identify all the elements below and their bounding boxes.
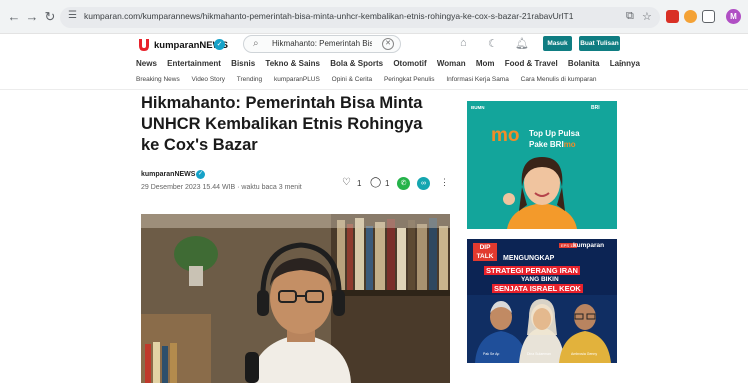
install-app-icon[interactable]: ⧉ [626,10,634,23]
ad2-headline-2: STRATEGI PERANG IRAN [484,266,580,275]
subnav-breaking-news[interactable]: Breaking News [136,76,180,83]
url-text[interactable]: kumparan.com/kumparannews/hikmahanto-pem… [84,11,573,21]
sidebar-ad-dip-talk[interactable]: DIP TALK EPS 13 kumparan MENGUNGKAP STRAT… [467,239,617,363]
subnav-kumparanplus[interactable]: kumparanPLUS [274,76,320,83]
search-value[interactable]: Hikmahanto: Pemerintah Bisa M [272,39,372,48]
ad1-model-photo [503,157,577,229]
nav-item-woman[interactable]: Woman [437,59,466,68]
guest-caption-2: Dina Sulaeman [527,352,551,356]
ad2-headline-3: YANG BIKIN [521,276,559,283]
clear-icon[interactable]: ✕ [382,38,394,50]
article-hero-image [141,214,450,383]
guest-caption-1: Pak Se Ap [483,352,500,356]
nav-item-news[interactable]: News [136,59,157,68]
home-icon[interactable]: ⌂ [460,37,467,49]
nav-item-tekno-sains[interactable]: Tekno & Sains [265,59,320,68]
nav-item-otomotif[interactable]: Otomotif [393,59,426,68]
profile-avatar[interactable]: M [726,9,741,24]
bell-icon[interactable]: 🔔︎ [515,37,529,50]
subnav-cara-menulis[interactable]: Cara Menulis di kumparan [521,76,597,83]
copy-link-icon[interactable]: ∞ [417,177,430,190]
bookmark-star-icon[interactable]: ☆ [642,10,652,23]
nav-item-bisnis[interactable]: Bisnis [231,59,255,68]
extension-icon-red[interactable] [666,10,679,23]
ad2-headline-4: SENJATA ISRAEL KEOK [492,284,583,293]
nav-item-entertainment[interactable]: Entertainment [167,59,221,68]
nav-item-bolanita[interactable]: Bolanita [568,59,600,68]
subnav-video-story[interactable]: Video Story [192,76,225,83]
like-count: 1 [357,179,362,188]
nav-item-mom[interactable]: Mom [476,59,495,68]
back-icon[interactable]: ← [6,9,22,25]
author-name[interactable]: kumparanNEWS [141,171,195,178]
nav-item-food-travel[interactable]: Food & Travel [505,59,558,68]
ad1-brand-label: BUMN [471,105,485,110]
address-bar[interactable]: ☰ kumparan.com/kumparannews/hikmahanto-p… [60,7,660,28]
sidebar-ad-brimo[interactable]: BUMN BRI mo Top Up Pulsa Pake BRImo [467,101,617,229]
nav-item-bola-sports[interactable]: Bola & Sports [330,59,383,68]
dip-talk-logo: DIP TALK [473,243,497,261]
ad1-bri-label: BRI [591,105,600,111]
like-icon[interactable]: ♡ [342,177,351,188]
sub-nav: Breaking News Video Story Trending kumpa… [136,76,607,83]
site-header: kumparanNEWS ✓ ⌕ Hikmahanto: Pemerintah … [0,34,748,90]
more-dots-icon[interactable]: ⋮ [617,59,625,68]
extension-icon-orange[interactable] [684,10,697,23]
article-meta: 29 Desember 2023 15.44 WIB · waktu baca … [141,184,302,191]
dark-mode-icon[interactable]: ☾ [488,37,498,50]
reload-icon[interactable]: ↻ [42,9,58,25]
subnav-trending[interactable]: Trending [237,76,262,83]
ad1-headline: Top Up Pulsa [529,129,580,138]
ad2-brand: kumparan [573,242,605,249]
comment-count: 1 [385,179,390,188]
category-nav: News Entertainment Bisnis Tekno & Sains … [136,59,648,68]
whatsapp-share-icon[interactable]: ✆ [397,177,410,190]
site-info-icon[interactable]: ☰ [68,10,77,21]
kumparan-logo-icon[interactable] [139,39,149,51]
browser-toolbar: ← → ↻ ☰ kumparan.com/kumparannews/hikmah… [0,0,748,34]
subnav-informasi-kerja-sama[interactable]: Informasi Kerja Sama [446,76,509,83]
ad2-headline-1: MENGUNGKAP [503,255,555,262]
subnav-peringkat-penulis[interactable]: Peringkat Penulis [384,76,435,83]
search-icon: ⌕ [253,38,259,49]
author-verified-icon: ✓ [196,170,205,179]
subnav-opini-cerita[interactable]: Opini & Cerita [332,76,372,83]
forward-icon[interactable]: → [24,9,40,25]
login-button[interactable]: Masuk [543,36,572,51]
guest-caption-3: Ambrosia Genny [571,352,598,356]
write-article-button[interactable]: Buat Tulisan [579,36,620,51]
extensions-puzzle-icon[interactable] [702,10,715,23]
comment-icon[interactable]: ◯ [370,177,381,188]
search-input[interactable]: ⌕ Hikmahanto: Pemerintah Bisa M ✕ [243,35,401,53]
ad1-mo-logo: mo [491,125,520,146]
ad1-subheadline: Pake BRImo [529,140,576,149]
more-options-icon[interactable]: ⋮ [440,177,449,188]
verified-icon: ✓ [214,39,225,50]
article-title: Hikmahanto: Pemerintah Bisa Minta UNHCR … [141,94,423,154]
